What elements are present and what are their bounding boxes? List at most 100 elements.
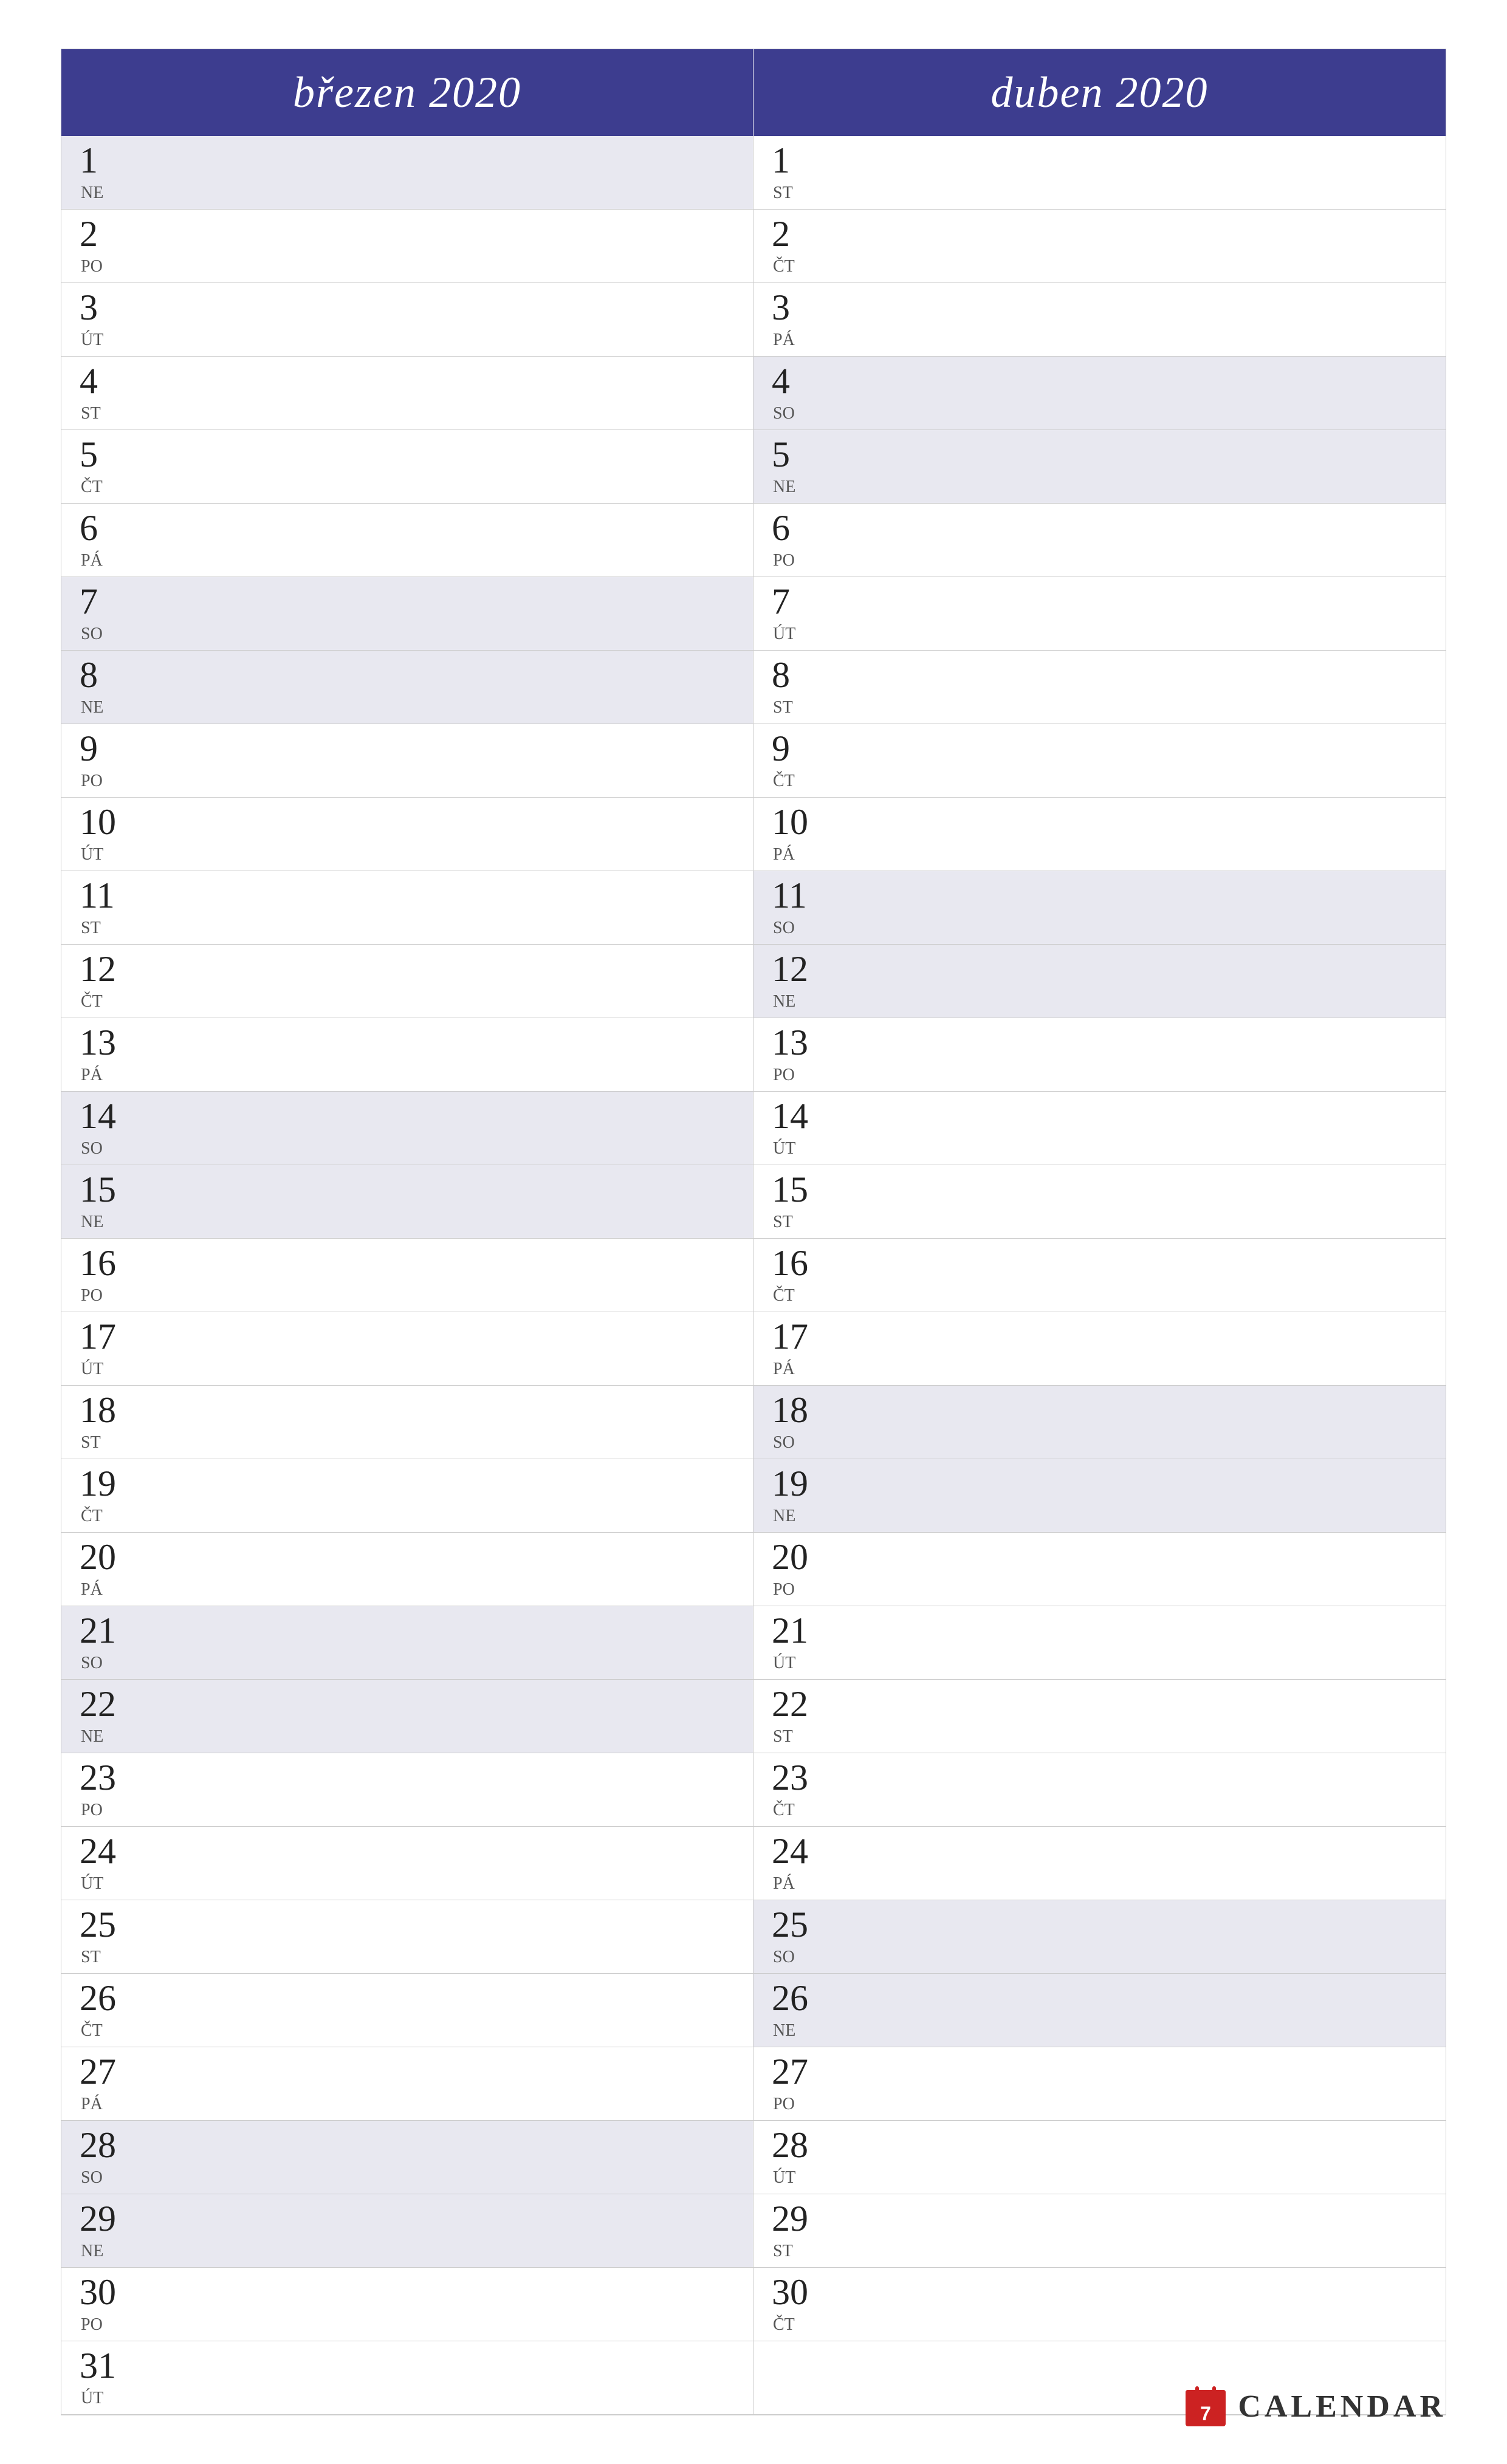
day-info: 6PO: [772, 510, 820, 570]
day-info: 21SO: [80, 1612, 128, 1673]
day-row: 8ST: [754, 651, 1446, 724]
day-row: 5ČT: [61, 430, 754, 504]
day-row: 16PO: [61, 1239, 754, 1312]
day-number: 5: [80, 436, 128, 473]
day-row: 6PO: [754, 504, 1446, 577]
day-info: 16ČT: [772, 1245, 820, 1306]
day-abbr: PÁ: [81, 2095, 128, 2114]
day-abbr: ST: [81, 919, 128, 938]
day-abbr: PO: [81, 772, 128, 791]
day-number: 29: [772, 2200, 820, 2237]
day-info: 7SO: [80, 583, 128, 644]
footer: 7 CALENDAR: [1184, 2385, 1446, 2428]
day-row: 22NE: [61, 1680, 754, 1753]
day-abbr: ST: [773, 2242, 820, 2261]
day-abbr: ČT: [81, 2021, 128, 2041]
day-info: 24ÚT: [80, 1833, 128, 1894]
day-row: 19ČT: [61, 1459, 754, 1533]
day-abbr: PO: [81, 257, 128, 276]
day-number: 25: [80, 1906, 128, 1943]
page: březen 2020 duben 2020 1NE1ST2PO2ČT3ÚT3P…: [0, 0, 1507, 2464]
day-number: 31: [80, 2347, 128, 2384]
day-abbr: NE: [81, 183, 128, 203]
day-abbr: ÚT: [773, 1654, 820, 1673]
day-abbr: ST: [773, 1727, 820, 1747]
day-info: 4ST: [80, 363, 128, 423]
day-abbr: PÁ: [81, 1580, 128, 1600]
day-row: 6PÁ: [61, 504, 754, 577]
day-number: 16: [80, 1245, 128, 1281]
day-row: 28ÚT: [754, 2121, 1446, 2194]
day-row: 13PÁ: [61, 1018, 754, 1092]
day-info: 23PO: [80, 1759, 128, 1820]
day-row: 12ČT: [61, 945, 754, 1018]
day-info: 12ČT: [80, 951, 128, 1011]
day-abbr: ST: [81, 1433, 128, 1453]
calendar-grid: březen 2020 duben 2020 1NE1ST2PO2ČT3ÚT3P…: [61, 49, 1446, 2415]
day-info: 29 ST: [772, 2200, 820, 2261]
day-number: 3: [772, 289, 820, 326]
day-row: 4SO: [754, 357, 1446, 430]
day-row: 7SO: [61, 577, 754, 651]
day-row: 24PÁ: [754, 1827, 1446, 1900]
day-abbr: SO: [773, 1433, 820, 1453]
day-row: 20PO: [754, 1533, 1446, 1606]
day-row: 10ÚT: [61, 798, 754, 871]
day-number: 28: [772, 2127, 820, 2163]
day-abbr: PO: [773, 1066, 820, 1085]
day-abbr: ST: [773, 183, 820, 203]
day-number: 8: [80, 657, 128, 693]
day-info: 28ÚT: [772, 2127, 820, 2188]
day-row: 13 PO: [754, 1018, 1446, 1092]
day-abbr: NE: [773, 1507, 820, 1526]
day-row: 18ST: [61, 1386, 754, 1459]
day-row: 2ČT: [754, 210, 1446, 283]
day-row: 29NE: [61, 2194, 754, 2268]
day-number: 17: [772, 1318, 820, 1355]
day-info: 1 ST: [772, 142, 820, 203]
day-row: 9PO: [61, 724, 754, 798]
day-number: 15: [80, 1171, 128, 1208]
day-number: 19: [80, 1465, 128, 1502]
day-number: 14: [80, 1098, 128, 1134]
day-number: 1: [772, 142, 820, 179]
day-number: 21: [80, 1612, 128, 1649]
day-abbr: SO: [773, 919, 820, 938]
day-info: 22 ST: [772, 1686, 820, 1747]
day-number: 12: [772, 951, 820, 987]
day-number: 13: [772, 1024, 820, 1061]
day-info: 11ST: [80, 877, 128, 938]
day-info: 14SO: [80, 1098, 128, 1158]
day-info: 26NE: [772, 1980, 820, 2041]
day-row: 30PO: [61, 2268, 754, 2341]
day-info: 10ÚT: [80, 804, 128, 864]
day-number: 22: [772, 1686, 820, 1722]
day-info: 25SO: [772, 1906, 820, 1967]
day-abbr: PO: [773, 2095, 820, 2114]
day-abbr: ST: [773, 698, 820, 717]
day-info: 25ST: [80, 1906, 128, 1967]
day-info: 26ČT: [80, 1980, 128, 2041]
day-number: 14: [772, 1098, 820, 1134]
day-abbr: ÚT: [81, 1360, 128, 1379]
day-info: 30PO: [80, 2274, 128, 2335]
day-number: 11: [772, 877, 820, 914]
day-number: 5: [772, 436, 820, 473]
day-number: 15: [772, 1171, 820, 1208]
day-info: 2PO: [80, 216, 128, 276]
day-abbr: PO: [773, 551, 820, 570]
day-row: 15ST: [754, 1165, 1446, 1239]
day-number: 3: [80, 289, 128, 326]
day-number: 13: [80, 1024, 128, 1061]
day-abbr: ČT: [773, 257, 820, 276]
day-abbr: PO: [773, 1580, 820, 1600]
day-info: 7ÚT: [772, 583, 820, 644]
day-row: 23ČT: [754, 1753, 1446, 1827]
day-info: 12 NE: [772, 951, 820, 1011]
day-abbr: NE: [773, 992, 820, 1011]
day-info: 28SO: [80, 2127, 128, 2188]
day-number: 26: [772, 1980, 820, 2016]
day-number: 23: [772, 1759, 820, 1796]
day-info: 15NE: [80, 1171, 128, 1232]
day-info: 17PÁ: [772, 1318, 820, 1379]
